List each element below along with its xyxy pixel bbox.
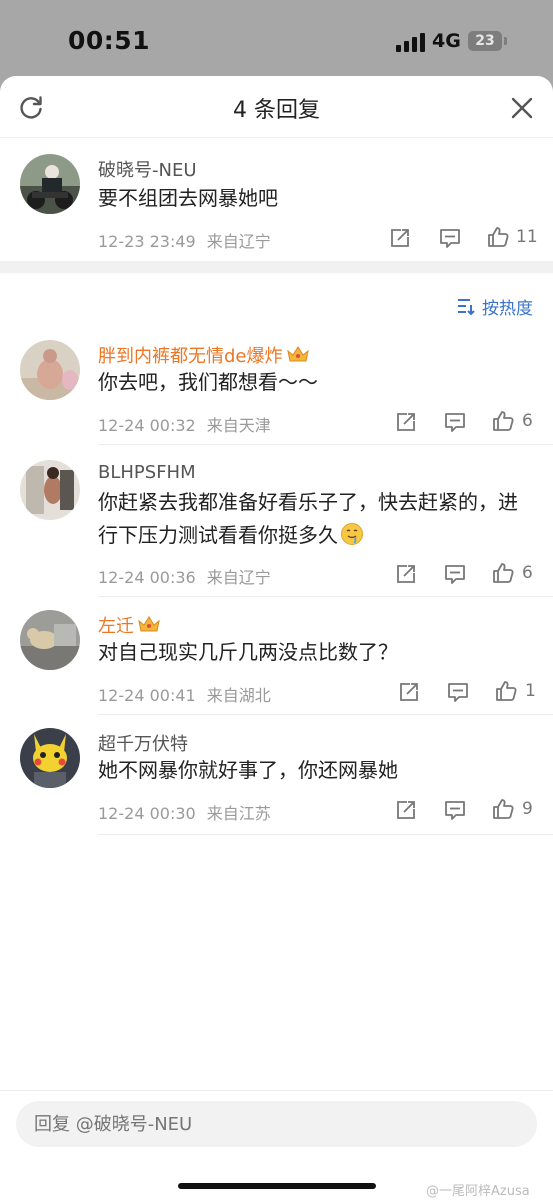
main-comment-username[interactable]: 破晓号-NEU (98, 156, 197, 182)
sort-button[interactable]: 按热度 (456, 294, 533, 319)
like-count: 11 (516, 227, 538, 247)
status-bar: 00:51 4G 23 (0, 0, 553, 80)
share-icon[interactable] (397, 680, 421, 704)
avatar-image (20, 460, 80, 520)
avatar[interactable] (20, 728, 80, 788)
comment-icon[interactable] (443, 410, 467, 434)
reply-text: 她不网暴你就好事了，你还网暴她 (98, 758, 398, 782)
main-comment: 破晓号-NEU 要不组团去网暴她吧 12-23 23:49 来自辽宁 11 (0, 138, 553, 261)
share-icon[interactable] (394, 798, 418, 822)
comment-icon[interactable] (446, 680, 470, 704)
like-count: 1 (525, 681, 536, 701)
drool-emoji-icon (341, 523, 363, 545)
reply-username-text: 胖到内裤都无情de爆炸 (98, 346, 283, 367)
main-comment-meta: 12-23 23:49 来自辽宁 (98, 228, 271, 252)
main-comment-text: 要不组团去网暴她吧 (98, 186, 278, 210)
vip-crown-icon (286, 346, 309, 362)
comment-location: 来自天津 (206, 416, 271, 435)
reply-item: BLHPSFHM 你赶紧去我都准备好看乐子了，快去赶紧的，进行下压力测试看看你挺… (0, 446, 553, 598)
status-time: 00:51 (68, 26, 151, 55)
like-icon[interactable] (491, 409, 515, 433)
avatar[interactable] (20, 154, 80, 214)
battery-tip (504, 37, 507, 45)
reply-input[interactable] (16, 1101, 537, 1147)
like-count: 6 (522, 563, 533, 583)
share-icon[interactable] (388, 226, 412, 250)
comment-location: 来自辽宁 (206, 232, 271, 251)
avatar-image (20, 340, 80, 400)
reply-meta: 12-24 00:32 来自天津 (98, 412, 271, 436)
signal-icon (396, 32, 426, 52)
section-divider (0, 261, 553, 273)
comment-location: 来自江苏 (206, 804, 271, 823)
sort-label: 按热度 (482, 298, 533, 319)
divider (98, 714, 553, 715)
comment-date: 12-24 00:41 (98, 686, 196, 705)
reply-meta: 12-24 00:30 来自江苏 (98, 800, 271, 824)
comment-icon[interactable] (438, 226, 462, 250)
reply-item: 超千万伏特 她不网暴你就好事了，你还网暴她 12-24 00:30 来自江苏 9 (0, 716, 553, 836)
reply-username[interactable]: BLHPSFHM (98, 462, 196, 483)
avatar-image (20, 610, 80, 670)
like-icon[interactable] (491, 561, 515, 585)
home-indicator[interactable] (178, 1183, 376, 1189)
share-icon[interactable] (394, 410, 418, 434)
network-type: 4G (432, 30, 461, 52)
comment-icon[interactable] (443, 562, 467, 586)
reply-username-text: 左迁 (98, 616, 134, 637)
like-icon[interactable] (491, 797, 515, 821)
like-icon[interactable] (486, 225, 510, 249)
reply-username[interactable]: 超千万伏特 (98, 730, 188, 756)
comment-icon[interactable] (443, 798, 467, 822)
reply-text: 你去吧，我们都想看～～ (98, 370, 318, 394)
reply-item: 左迁 对自己现实几斤几两没点比数了？ 12-24 00:41 来自湖北 1 (0, 598, 553, 716)
like-count: 6 (522, 411, 533, 431)
avatar-image (20, 728, 80, 788)
comment-date: 12-24 00:30 (98, 804, 196, 823)
reply-meta: 12-24 00:36 来自辽宁 (98, 564, 271, 588)
divider (98, 834, 553, 835)
close-icon[interactable] (510, 96, 534, 120)
share-icon[interactable] (394, 562, 418, 586)
like-icon[interactable] (494, 679, 518, 703)
vip-crown-icon (138, 616, 160, 632)
divider (98, 444, 553, 445)
avatar[interactable] (20, 460, 80, 520)
comment-date: 12-24 00:32 (98, 416, 196, 435)
avatar[interactable] (20, 610, 80, 670)
avatar[interactable] (20, 340, 80, 400)
reply-text-content: 你赶紧去我都准备好看乐子了，快去赶紧的，进行下压力测试看看你挺多久 (98, 490, 518, 547)
watermark: @一尾阿梓Azusa (426, 1184, 530, 1199)
reply-username[interactable]: 胖到内裤都无情de爆炸 (98, 342, 311, 368)
reply-username[interactable]: 左迁 (98, 612, 162, 638)
sort-icon (458, 299, 475, 316)
avatar-image (20, 154, 80, 214)
reply-text: 你赶紧去我都准备好看乐子了，快去赶紧的，进行下压力测试看看你挺多久 (98, 486, 536, 552)
comment-date: 12-23 23:49 (98, 232, 196, 251)
sheet-header: 4 条回复 (0, 76, 553, 138)
battery-icon: 23 (468, 31, 502, 51)
comment-location: 来自湖北 (206, 686, 271, 705)
divider (98, 596, 553, 597)
like-count: 9 (522, 799, 533, 819)
sheet-title: 4 条回复 (233, 98, 320, 123)
replies-sheet: 4 条回复 破晓号-NEU 要不组团去网暴她吧 12-23 23:49 来自辽宁 (0, 76, 553, 1200)
comment-location: 来自辽宁 (206, 568, 271, 587)
reply-meta: 12-24 00:41 来自湖北 (98, 682, 271, 706)
reply-item: 胖到内裤都无情de爆炸 你去吧，我们都想看～～ 12-24 00:32 来自天津… (0, 336, 553, 446)
comment-date: 12-24 00:36 (98, 568, 196, 587)
reply-text: 对自己现实几斤几两没点比数了？ (98, 640, 398, 664)
